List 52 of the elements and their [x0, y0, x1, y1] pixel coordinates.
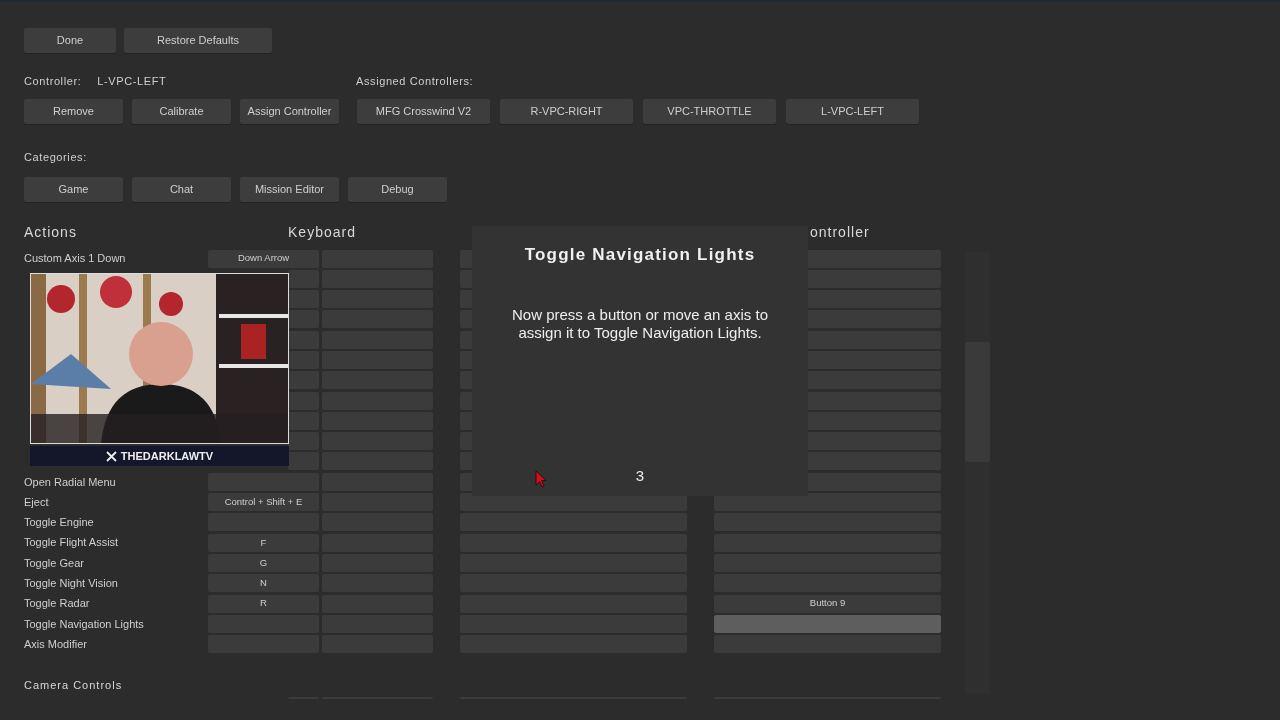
assigned-controller-button[interactable]: MFG Crosswind V2	[357, 98, 490, 124]
binding-slot[interactable]	[288, 351, 319, 369]
action-label: Toggle Flight Assist	[24, 535, 119, 551]
section-header: Camera Controls	[24, 679, 123, 692]
binding-slot[interactable]: G	[208, 553, 319, 572]
controller-label: Controller:	[24, 74, 82, 89]
binding-slot[interactable]: N	[208, 574, 319, 593]
assigned-controller-button[interactable]: VPC-THROTTLE	[643, 98, 776, 124]
countdown: 3	[635, 467, 645, 485]
action-label: Open Radial Menu	[24, 474, 116, 490]
controller-action-button[interactable]: Assign Controller	[240, 98, 339, 124]
binding-slot[interactable]	[288, 411, 319, 430]
action-label: Toggle Gear	[24, 555, 84, 571]
controller-action-button[interactable]: Calibrate	[132, 98, 231, 124]
action-label: Axis Modifier	[24, 636, 87, 652]
binding-slot[interactable]	[288, 371, 319, 390]
category-button[interactable]: Debug	[348, 176, 447, 202]
assigned-controllers-label: Assigned Controllers:	[356, 74, 474, 89]
category-button[interactable]: Mission Editor	[240, 176, 339, 202]
binding-slot[interactable]	[288, 310, 319, 329]
controller-header: ontroller	[810, 223, 870, 240]
done-button[interactable]: Done	[24, 28, 116, 53]
action-label: Toggle Night Vision	[24, 576, 118, 591]
categories-label: Categories:	[24, 150, 87, 163]
binding-slot[interactable]: Control + Shift + E	[208, 493, 319, 512]
binding-slot[interactable]	[288, 391, 319, 410]
assigned-controller-button[interactable]: R-VPC-RIGHT	[500, 98, 633, 124]
binding-slot[interactable]: R	[208, 594, 319, 613]
assigned-controller-button[interactable]: L-VPC-LEFT	[786, 98, 919, 124]
controller-name: L-VPC-LEFT	[97, 74, 167, 89]
dialog-title: Toggle Navigation Lights	[524, 244, 756, 266]
action-label: Custom Axis 1 Down	[24, 251, 126, 267]
binding-slot[interactable]: Button 9	[714, 594, 941, 613]
binding-slot[interactable]: F	[208, 533, 319, 552]
category-button[interactable]: Game	[24, 176, 123, 202]
binding-slot[interactable]	[288, 330, 319, 349]
category-button[interactable]: Chat	[132, 176, 231, 202]
x-icon	[105, 450, 117, 462]
binding-slot[interactable]: Down Arrow	[208, 249, 319, 268]
controller-action-button[interactable]: Remove	[24, 98, 123, 124]
dialog-message: Now press a button or move an axis to assign it to Toggle Navigation Lights.	[511, 305, 769, 342]
action-label: Toggle Engine	[24, 515, 94, 531]
action-label: Toggle Radar	[24, 596, 90, 612]
cursor-icon	[535, 469, 547, 488]
channel-name: THEDARKLAWTV	[120, 448, 214, 464]
binding-slot[interactable]	[288, 269, 319, 288]
action-label: Eject	[24, 494, 49, 510]
binding-slot[interactable]	[288, 290, 319, 309]
action-label: Toggle Navigation Lights	[24, 616, 144, 632]
keyboard-header: Keyboard	[288, 223, 356, 240]
restore-defaults-button[interactable]: Restore Defaults	[124, 28, 272, 53]
actions-header: Actions	[24, 223, 77, 240]
